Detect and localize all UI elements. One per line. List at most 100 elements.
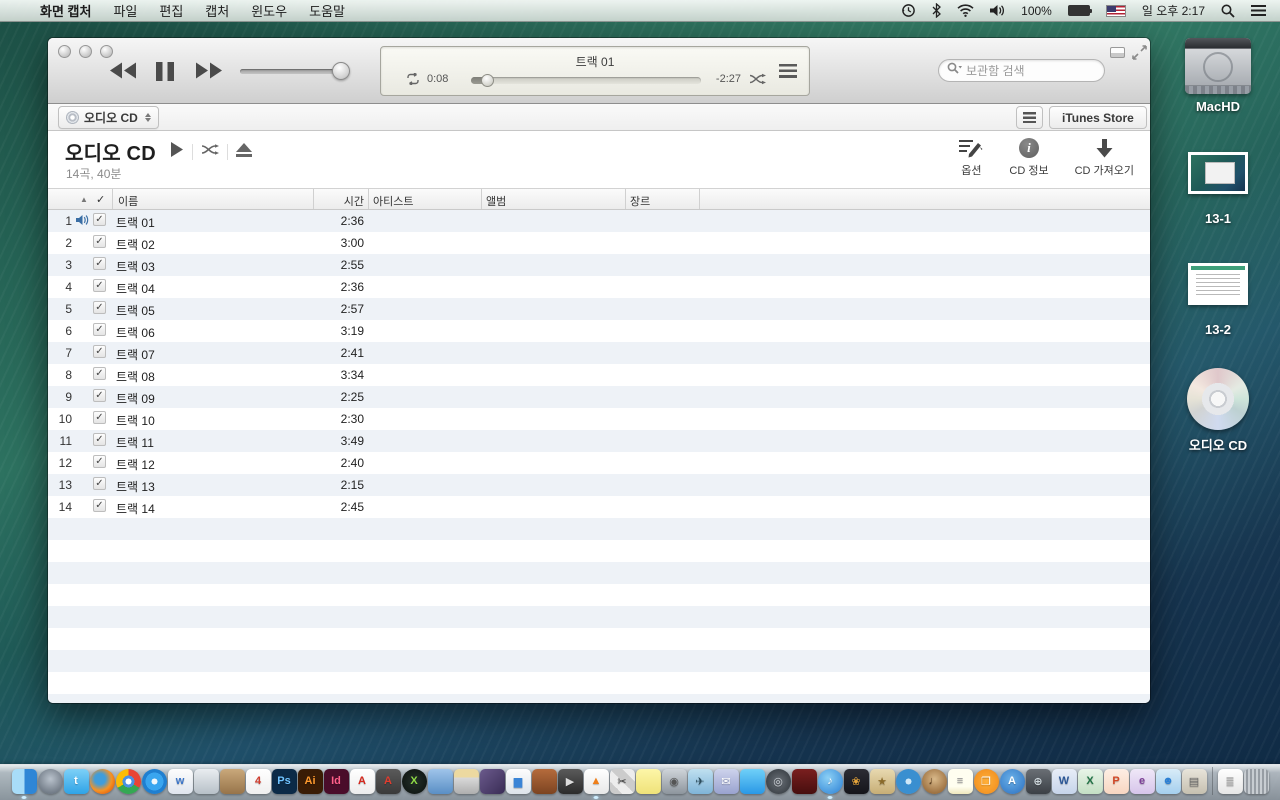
track-checkbox[interactable]: ✓ (93, 367, 106, 380)
search-icon[interactable] (947, 62, 962, 80)
dock-contacts-icon[interactable] (220, 769, 245, 794)
volume-menu-icon[interactable] (990, 4, 1005, 17)
dock-grab-icon[interactable]: ✂ (610, 769, 635, 794)
dock-game-x-icon[interactable]: X (402, 769, 427, 794)
dock-safari-icon[interactable] (142, 769, 167, 794)
progress-bar[interactable] (471, 77, 701, 84)
dock-launchpad-icon[interactable] (38, 769, 63, 794)
dock-document-icon[interactable]: ≣ (1218, 769, 1243, 794)
menu-window[interactable]: 윈도우 (251, 1, 287, 20)
dock-photoshop-icon[interactable]: Ps (272, 769, 297, 794)
track-checkbox[interactable]: ✓ (93, 257, 106, 270)
dock-web-globe-icon[interactable]: ⊕ (1026, 769, 1051, 794)
column-artist[interactable]: 아티스트 (373, 193, 413, 209)
dock-media-player-icon[interactable]: ▶ (558, 769, 583, 794)
dock-twitter-icon[interactable]: t (64, 769, 89, 794)
track-row[interactable]: 4✓트랙 042:36 (48, 276, 1150, 298)
dock-firefox-icon[interactable] (90, 769, 115, 794)
repeat-icon[interactable] (405, 73, 421, 88)
dock-news-app-icon[interactable]: ▤ (1182, 769, 1207, 794)
dock-trash-icon[interactable] (1244, 769, 1269, 794)
track-row[interactable]: 9✓트랙 092:25 (48, 386, 1150, 408)
progress-knob[interactable] (481, 74, 494, 87)
sort-ascending-icon[interactable]: ▲ (80, 195, 88, 204)
dock-camera-utility-icon[interactable]: ◎ (766, 769, 791, 794)
miniplayer-button[interactable] (1110, 47, 1125, 58)
dock-preview-icon[interactable] (194, 769, 219, 794)
window-minimize-button[interactable] (79, 45, 92, 58)
track-row[interactable]: 5✓트랙 052:57 (48, 298, 1150, 320)
up-next-list-icon[interactable] (779, 64, 797, 78)
column-time[interactable]: 시간 (278, 193, 364, 209)
dock-adobe-reader-icon[interactable]: A (376, 769, 401, 794)
track-row[interactable]: 6✓트랙 063:19 (48, 320, 1150, 342)
dock-travel-map-icon[interactable]: ✈ (688, 769, 713, 794)
dock-toaster-icon[interactable] (454, 769, 479, 794)
pause-button[interactable] (155, 62, 175, 81)
dock-acrobat-icon[interactable]: A (350, 769, 375, 794)
media-kind-picker[interactable]: 오디오 CD (58, 106, 159, 129)
track-checkbox[interactable]: ✓ (93, 433, 106, 446)
spotlight-icon[interactable] (1221, 4, 1235, 18)
dock-mailbox-icon[interactable]: ✉ (714, 769, 739, 794)
track-checkbox[interactable]: ✓ (93, 345, 106, 358)
dock-ink-pen-icon[interactable] (480, 769, 505, 794)
dock-stickies-icon[interactable] (636, 769, 661, 794)
dock-itunes-icon[interactable]: ♪ (818, 769, 843, 794)
desktop-icon-13-1[interactable]: 13-1 (1170, 152, 1266, 226)
dock-recorder-icon[interactable]: ◉ (662, 769, 687, 794)
rewind-button[interactable] (110, 62, 137, 79)
dock-calendar-icon[interactable]: 4 (246, 769, 271, 794)
dock-podium-icon[interactable] (532, 769, 557, 794)
dock-photo-booth-icon[interactable] (792, 769, 817, 794)
dock-iphoto-icon[interactable]: ❀ (844, 769, 869, 794)
track-row[interactable]: 2✓트랙 023:00 (48, 232, 1150, 254)
time-machine-icon[interactable] (901, 3, 916, 18)
dock-ms-powerpoint-icon[interactable]: P (1104, 769, 1129, 794)
track-row[interactable]: 13✓트랙 132:15 (48, 474, 1150, 496)
options-button[interactable]: 옵션 (959, 137, 983, 178)
dock-indesign-icon[interactable]: Id (324, 769, 349, 794)
track-checkbox[interactable]: ✓ (93, 213, 106, 226)
dock-ibooks-icon[interactable]: ❐ (974, 769, 999, 794)
input-language-flag-icon[interactable] (1106, 5, 1126, 17)
dock-garageband-icon[interactable]: ♩ (922, 769, 947, 794)
track-row[interactable]: 14✓트랙 142:45 (48, 496, 1150, 518)
desktop-icon-machd[interactable]: MacHD (1170, 38, 1266, 114)
track-checkbox[interactable]: ✓ (93, 411, 106, 424)
track-checkbox[interactable]: ✓ (93, 389, 106, 402)
dock-ms-word-icon[interactable]: W (1052, 769, 1077, 794)
dock-messages-icon[interactable] (740, 769, 765, 794)
track-checkbox[interactable]: ✓ (93, 499, 106, 512)
track-checkbox[interactable]: ✓ (93, 279, 106, 292)
bluetooth-icon[interactable] (932, 3, 941, 18)
dock-writer-w-icon[interactable]: w (168, 769, 193, 794)
volume-slider-knob[interactable] (332, 62, 350, 80)
track-checkbox[interactable]: ✓ (93, 477, 106, 490)
shuffle-album-button[interactable] (201, 143, 219, 161)
column-album[interactable]: 앨범 (486, 193, 506, 209)
track-row[interactable]: 11✓트랙 113:49 (48, 430, 1150, 452)
fullscreen-button[interactable] (1132, 45, 1147, 65)
dock-star-app-icon[interactable]: ★ (870, 769, 895, 794)
dock-charts-icon[interactable]: ▆ (506, 769, 531, 794)
track-checkbox[interactable]: ✓ (93, 301, 106, 314)
menu-file[interactable]: 파일 (113, 1, 137, 20)
track-row[interactable]: 7✓트랙 072:41 (48, 342, 1150, 364)
dock-chrome-icon[interactable] (116, 769, 141, 794)
dock-dvd-player-icon[interactable] (896, 769, 921, 794)
forward-button[interactable] (195, 62, 222, 79)
desktop-icon-13-2[interactable]: 13-2 (1170, 263, 1266, 337)
menu-capture[interactable]: 캡처 (205, 1, 229, 20)
cd-info-button[interactable]: i CD 정보 (1009, 137, 1048, 178)
column-checkbox[interactable]: ✓ (96, 193, 105, 206)
shuffle-icon[interactable] (749, 73, 766, 88)
cd-import-button[interactable]: CD 가져오기 (1075, 137, 1134, 178)
battery-icon[interactable] (1068, 5, 1090, 16)
desktop-icon-audio-cd[interactable]: 오디오 CD (1170, 368, 1266, 454)
column-genre[interactable]: 장르 (630, 193, 650, 209)
window-close-button[interactable] (58, 45, 71, 58)
dock-toast-blue-icon[interactable] (428, 769, 453, 794)
eject-button[interactable] (236, 143, 252, 162)
track-row[interactable]: 12✓트랙 122:40 (48, 452, 1150, 474)
